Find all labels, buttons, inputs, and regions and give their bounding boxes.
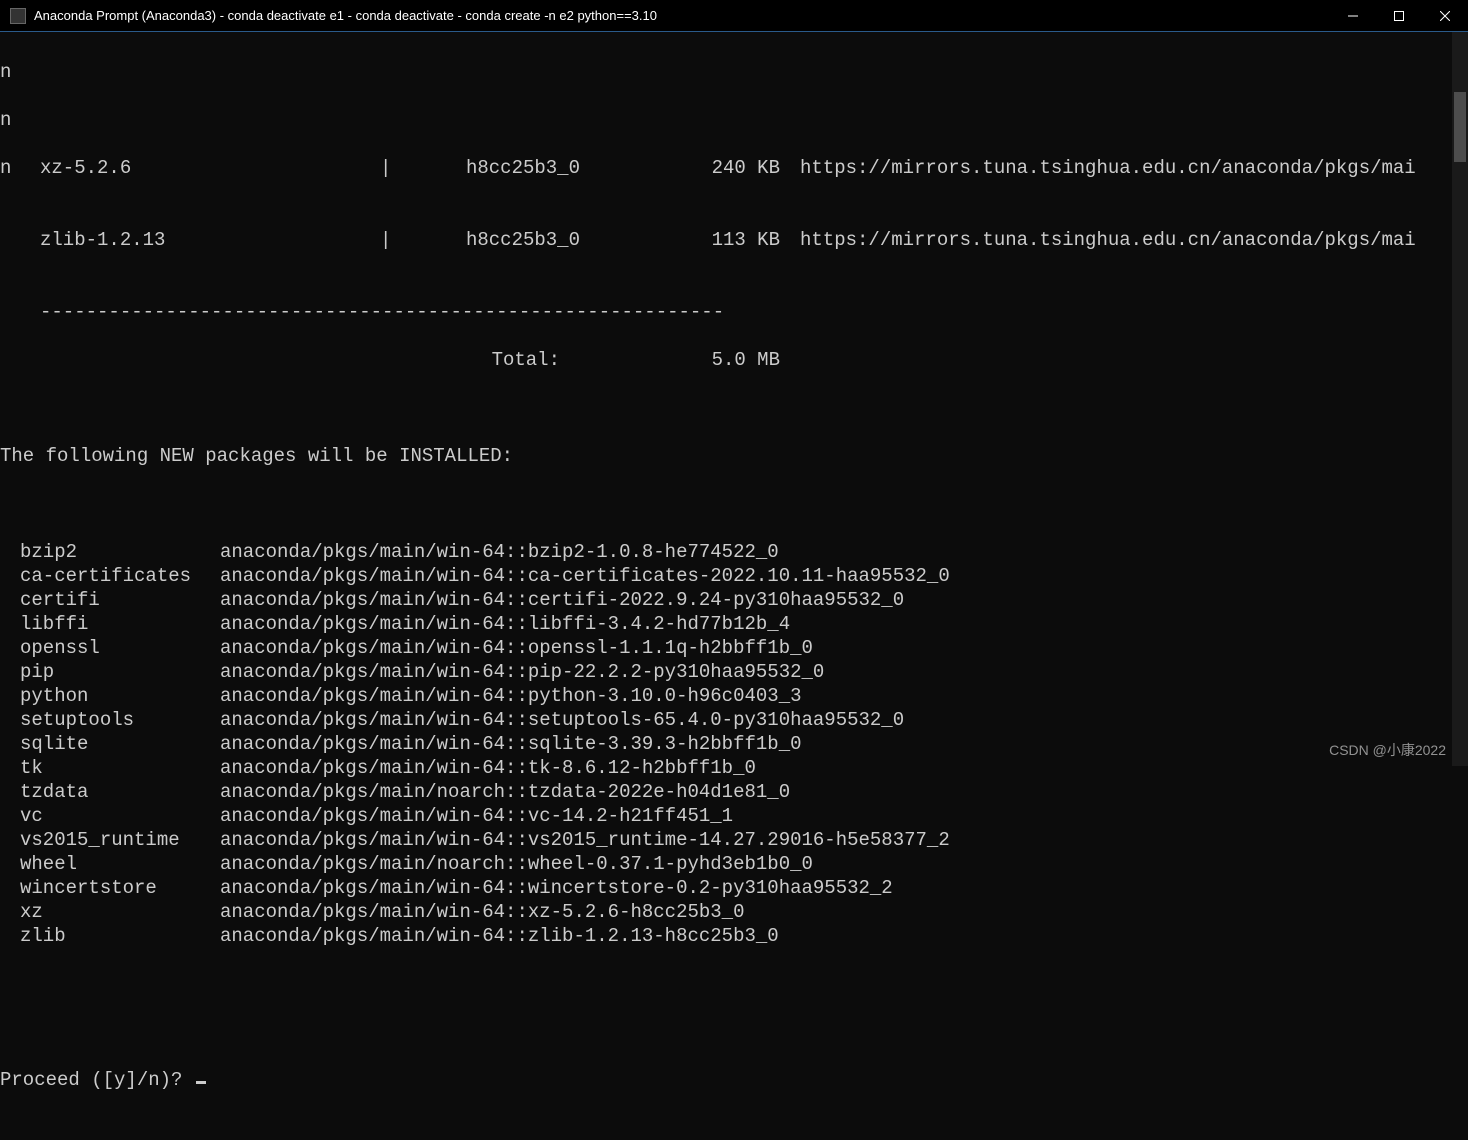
pkg-url: https://mirrors.tuna.tsinghua.edu.cn/ana… [780,228,1416,252]
install-pkg-name: tzdata [20,780,220,804]
watermark: CSDN @小康2022 [1329,740,1446,760]
col-sep: | [380,156,400,180]
install-pkg-spec: anaconda/pkgs/main/noarch::tzdata-2022e-… [220,780,790,804]
install-pkg-spec: anaconda/pkgs/main/win-64::pip-22.2.2-py… [220,660,824,684]
install-row: libffianaconda/pkgs/main/win-64::libffi-… [0,612,1468,636]
minimize-button[interactable] [1330,0,1376,31]
install-pkg-spec: anaconda/pkgs/main/win-64::vc-14.2-h21ff… [220,804,733,828]
install-pkg-name: vc [20,804,220,828]
install-row: sqliteanaconda/pkgs/main/win-64::sqlite-… [0,732,1468,756]
install-row: wincertstoreanaconda/pkgs/main/win-64::w… [0,876,1468,900]
total-label: Total: [0,348,560,372]
pkg-size: 113 KB [620,228,780,252]
prompt-text: Proceed ([y]/n)? [0,1069,194,1091]
install-pkg-spec: anaconda/pkgs/main/win-64::python-3.10.0… [220,684,802,708]
pkg-url: https://mirrors.tuna.tsinghua.edu.cn/ana… [780,156,1416,180]
close-button[interactable] [1422,0,1468,31]
scrollbar-thumb[interactable] [1454,92,1466,162]
install-pkg-name: wincertstore [20,876,220,900]
install-pkg-name: openssl [20,636,220,660]
section-heading: The following NEW packages will be INSTA… [0,444,1468,468]
install-pkg-name: bzip2 [20,540,220,564]
window-titlebar[interactable]: Anaconda Prompt (Anaconda3) - conda deac… [0,0,1468,32]
install-row: pythonanaconda/pkgs/main/win-64::python-… [0,684,1468,708]
pkg-name: zlib-1.2.13 [0,228,380,252]
install-pkg-name: ca-certificates [20,564,220,588]
wrap-char: n [0,108,11,132]
install-pkg-name: vs2015_runtime [20,828,220,852]
install-pkg-spec: anaconda/pkgs/main/win-64::libffi-3.4.2-… [220,612,790,636]
install-row: tkanaconda/pkgs/main/win-64::tk-8.6.12-h… [0,756,1468,780]
col-sep: | [380,228,400,252]
install-row: certifianaconda/pkgs/main/win-64::certif… [0,588,1468,612]
install-pkg-spec: anaconda/pkgs/main/win-64::certifi-2022.… [220,588,904,612]
download-row: zlib-1.2.13|h8cc25b3_0113 KBhttps://mirr… [0,228,1468,252]
app-icon [10,8,26,24]
maximize-button[interactable] [1376,0,1422,31]
wrap-char: n [0,60,11,84]
install-row: vs2015_runtimeanaconda/pkgs/main/win-64:… [0,828,1468,852]
pkg-name: xz-5.2.6 [0,156,380,180]
install-pkg-spec: anaconda/pkgs/main/win-64::zlib-1.2.13-h… [220,924,779,948]
wrap-char: n [0,156,11,180]
total-size: 5.0 MB [560,348,780,372]
pkg-build: h8cc25b3_0 [400,156,620,180]
install-pkg-spec: anaconda/pkgs/main/win-64::ca-certificat… [220,564,950,588]
scrollbar-vertical[interactable] [1452,32,1468,766]
install-pkg-name: sqlite [20,732,220,756]
separator-line: ----------------------------------------… [0,300,1468,324]
install-pkg-spec: anaconda/pkgs/main/win-64::wincertstore-… [220,876,893,900]
install-pkg-spec: anaconda/pkgs/main/win-64::xz-5.2.6-h8cc… [220,900,745,924]
install-row: vcanaconda/pkgs/main/win-64::vc-14.2-h21… [0,804,1468,828]
install-row: xzanaconda/pkgs/main/win-64::xz-5.2.6-h8… [0,900,1468,924]
install-row: zlibanaconda/pkgs/main/win-64::zlib-1.2.… [0,924,1468,948]
install-pkg-name: libffi [20,612,220,636]
total-row: Total:5.0 MB [0,348,1468,372]
install-pkg-name: tk [20,756,220,780]
window-controls [1330,0,1468,31]
install-pkg-spec: anaconda/pkgs/main/win-64::sqlite-3.39.3… [220,732,802,756]
install-pkg-name: wheel [20,852,220,876]
install-pkg-name: xz [20,900,220,924]
install-pkg-spec: anaconda/pkgs/main/noarch::wheel-0.37.1-… [220,852,813,876]
install-pkg-name: python [20,684,220,708]
pkg-size: 240 KB [620,156,780,180]
install-pkg-spec: anaconda/pkgs/main/win-64::tk-8.6.12-h2b… [220,756,756,780]
install-row: tzdataanaconda/pkgs/main/noarch::tzdata-… [0,780,1468,804]
terminal-output[interactable]: n xz-5.2.6|h8cc25b3_0240 KBhttps://mirro… [0,32,1468,766]
install-pkg-name: setuptools [20,708,220,732]
install-pkg-spec: anaconda/pkgs/main/win-64::setuptools-65… [220,708,904,732]
pkg-build: h8cc25b3_0 [400,228,620,252]
cursor [196,1081,206,1084]
install-row: pipanaconda/pkgs/main/win-64::pip-22.2.2… [0,660,1468,684]
window-title: Anaconda Prompt (Anaconda3) - conda deac… [34,8,1330,23]
install-row: opensslanaconda/pkgs/main/win-64::openss… [0,636,1468,660]
install-row: bzip2anaconda/pkgs/main/win-64::bzip2-1.… [0,540,1468,564]
install-pkg-spec: anaconda/pkgs/main/win-64::openssl-1.1.1… [220,636,813,660]
install-pkg-spec: anaconda/pkgs/main/win-64::vs2015_runtim… [220,828,950,852]
install-row: ca-certificatesanaconda/pkgs/main/win-64… [0,564,1468,588]
install-pkg-name: zlib [20,924,220,948]
install-pkg-name: pip [20,660,220,684]
proceed-prompt[interactable]: Proceed ([y]/n)? [0,1068,1468,1092]
download-row: xz-5.2.6|h8cc25b3_0240 KBhttps://mirrors… [0,156,1468,180]
install-pkg-name: certifi [20,588,220,612]
install-pkg-spec: anaconda/pkgs/main/win-64::bzip2-1.0.8-h… [220,540,779,564]
install-row: setuptoolsanaconda/pkgs/main/win-64::set… [0,708,1468,732]
install-row: wheelanaconda/pkgs/main/noarch::wheel-0.… [0,852,1468,876]
